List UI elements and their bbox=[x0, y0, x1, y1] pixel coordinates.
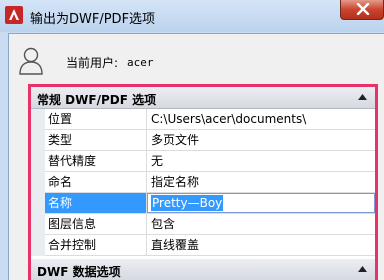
row-gutter bbox=[31, 151, 45, 172]
section-title: 常规 DWF/PDF 选项 bbox=[37, 93, 157, 107]
section-title: DWF 数据选项 bbox=[37, 265, 121, 279]
dialog-window: 输出为DWF/PDF选项 当前用户: acer 常规 DWF/PDF 选项 位置… bbox=[0, 0, 384, 280]
property-key: 合并控制 bbox=[45, 235, 147, 255]
autocad-app-icon bbox=[5, 6, 23, 24]
user-icon bbox=[19, 47, 43, 75]
property-row-type[interactable]: 类型 多页文件 bbox=[31, 130, 375, 151]
property-row-merge-control[interactable]: 合并控制 直线覆盖 bbox=[31, 235, 375, 256]
property-key: 名称 bbox=[45, 193, 147, 213]
property-value[interactable]: C:\Users\acer\documents\ bbox=[151, 109, 306, 129]
property-row-layer-info[interactable]: 图层信息 包含 bbox=[31, 214, 375, 235]
collapse-arrow-icon[interactable] bbox=[358, 266, 367, 272]
row-gutter bbox=[31, 214, 45, 235]
property-value[interactable]: 多页文件 bbox=[151, 130, 199, 150]
property-key: 类型 bbox=[45, 130, 147, 150]
close-button[interactable] bbox=[340, 0, 384, 20]
property-key: 命名 bbox=[45, 172, 147, 192]
collapse-arrow-icon[interactable] bbox=[358, 94, 367, 100]
current-user-label: 当前用户: bbox=[66, 56, 119, 70]
window-title: 输出为DWF/PDF选项 bbox=[30, 12, 156, 27]
row-gutter bbox=[31, 109, 45, 130]
title-bar[interactable]: 输出为DWF/PDF选项 bbox=[0, 0, 384, 32]
property-key: 图层信息 bbox=[45, 214, 147, 234]
name-input[interactable]: Pretty—Boy bbox=[147, 193, 375, 213]
current-user-value: acer bbox=[127, 56, 154, 69]
options-property-panel: 常规 DWF/PDF 选项 位置 C:\Users\acer\documents… bbox=[28, 84, 378, 280]
row-gutter bbox=[31, 130, 45, 151]
property-value[interactable]: 包含 bbox=[151, 214, 175, 234]
row-gutter bbox=[31, 193, 45, 214]
property-value[interactable]: 无 bbox=[151, 151, 163, 171]
property-row-location[interactable]: 位置 C:\Users\acer\documents\ bbox=[31, 109, 375, 130]
property-key: 位置 bbox=[45, 109, 147, 129]
close-icon bbox=[356, 3, 370, 15]
property-value[interactable]: 直线覆盖 bbox=[151, 235, 199, 255]
property-row-override-precision[interactable]: 替代精度 无 bbox=[31, 151, 375, 172]
property-row-name[interactable]: 名称 Pretty—Boy bbox=[31, 193, 375, 214]
row-gutter bbox=[31, 172, 45, 193]
section-header-dwf-data-options[interactable]: DWF 数据选项 bbox=[31, 259, 375, 280]
property-row-naming[interactable]: 命名 指定名称 bbox=[31, 172, 375, 193]
property-value[interactable]: 指定名称 bbox=[151, 172, 199, 192]
name-input-text: Pretty—Boy bbox=[151, 195, 224, 211]
section-header-general-options[interactable]: 常规 DWF/PDF 选项 bbox=[31, 87, 375, 109]
property-key: 替代精度 bbox=[45, 151, 147, 171]
row-gutter bbox=[31, 235, 45, 256]
property-grid: 位置 C:\Users\acer\documents\ 类型 多页文件 替代精度… bbox=[31, 109, 375, 256]
